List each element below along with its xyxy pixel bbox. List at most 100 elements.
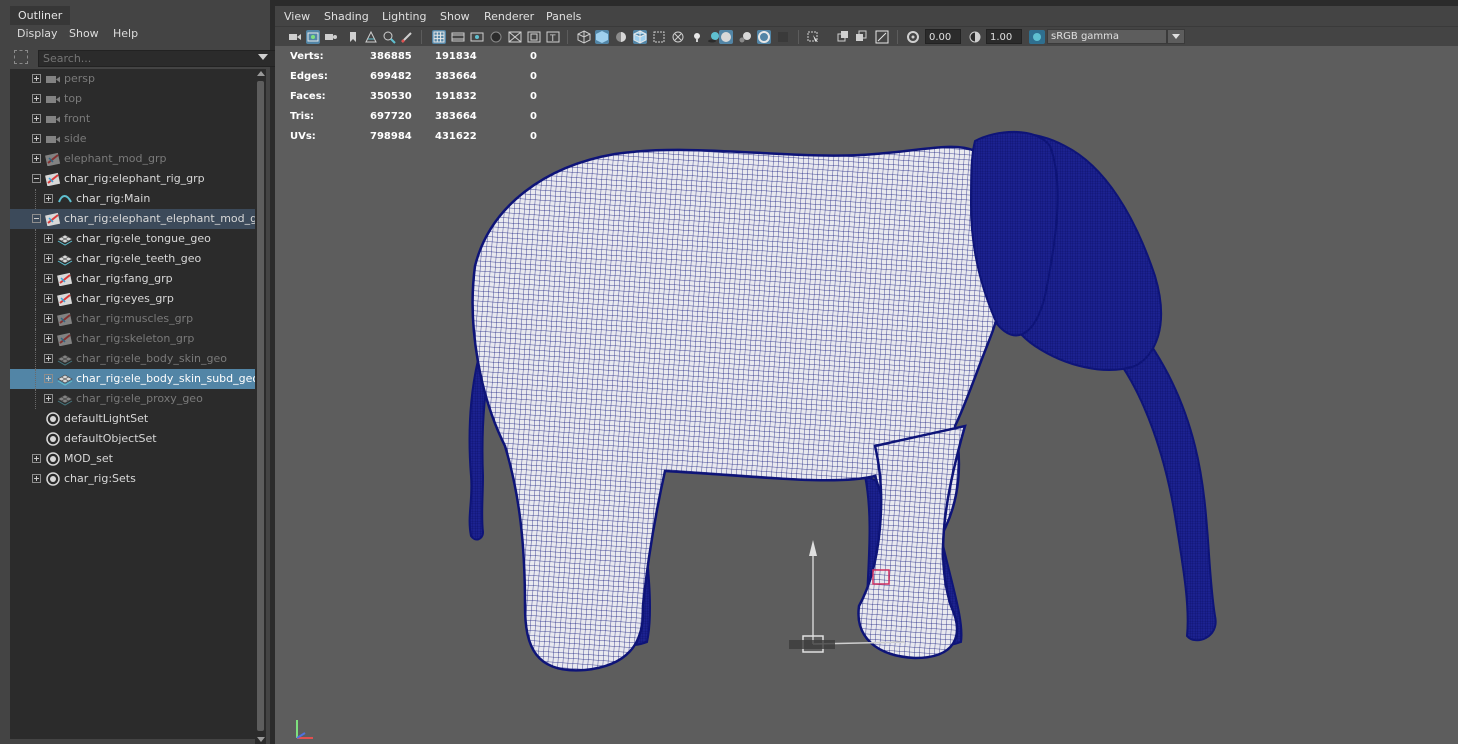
outliner-panel: Outliner Display Show Help persp top front… — [0, 0, 276, 744]
outliner-item[interactable]: top — [10, 89, 255, 109]
menu-panels[interactable]: Panels — [546, 10, 581, 23]
color-space-dropdown[interactable]: sRGB gamma — [1047, 29, 1167, 44]
2d-pan-zoom-icon[interactable] — [382, 30, 396, 44]
chevron-down-icon[interactable] — [1167, 29, 1185, 44]
resolution-gate-icon[interactable] — [470, 30, 484, 44]
expand-icon[interactable] — [32, 74, 41, 83]
outliner-item[interactable]: persp — [10, 69, 255, 89]
color-management-icon[interactable] — [1029, 30, 1045, 44]
outliner-tab[interactable]: Outliner — [10, 6, 70, 25]
depth-of-field-icon[interactable] — [776, 30, 790, 44]
expand-icon[interactable] — [32, 454, 41, 463]
scroll-up-icon[interactable] — [257, 71, 265, 76]
outliner-item[interactable]: char_rig:eyes_grp — [10, 289, 255, 309]
anti-aliasing-icon[interactable] — [757, 30, 771, 44]
scroll-down-icon[interactable] — [257, 737, 265, 742]
bookmark-icon[interactable] — [346, 30, 360, 44]
xray-components-icon[interactable] — [854, 30, 868, 44]
motion-blur-icon[interactable] — [738, 30, 752, 44]
film-gate-icon[interactable] — [451, 30, 465, 44]
expand-icon[interactable] — [44, 194, 53, 203]
outliner-item[interactable]: side — [10, 129, 255, 149]
grease-pencil-icon[interactable] — [400, 30, 414, 44]
grid-icon[interactable] — [432, 30, 446, 44]
search-input[interactable] — [38, 50, 276, 67]
scroll-thumb[interactable] — [257, 81, 264, 731]
gate-mask-icon[interactable] — [489, 30, 503, 44]
backface-culling-icon[interactable] — [875, 30, 889, 44]
outliner-item[interactable]: defaultObjectSet — [10, 429, 255, 449]
outliner-item[interactable]: char_rig:ele_tongue_geo — [10, 229, 255, 249]
outliner-item[interactable]: defaultLightSet — [10, 409, 255, 429]
menu-renderer[interactable]: Renderer — [484, 10, 534, 23]
3d-viewport[interactable]: Verts: 386885 191834 0 Edges: 699482 383664 0 Fa… — [275, 46, 1458, 744]
outliner-item[interactable]: char_rig:ele_body_skin_geo — [10, 349, 255, 369]
exposure-field[interactable]: 0.00 — [925, 29, 961, 44]
outliner-item[interactable]: char_rig:fang_grp — [10, 269, 255, 289]
filter-icon[interactable] — [14, 50, 28, 64]
expand-icon[interactable] — [32, 154, 41, 163]
xray-icon[interactable] — [652, 30, 666, 44]
collapse-icon[interactable] — [32, 174, 41, 183]
outliner-item[interactable]: char_rig:ele_teeth_geo — [10, 249, 255, 269]
outliner-item[interactable]: char_rig:ele_proxy_geo — [10, 389, 255, 409]
bookmark-camera-icon[interactable] — [324, 30, 338, 44]
menu-shading[interactable]: Shading — [324, 10, 369, 23]
exposure-icon[interactable] — [906, 30, 920, 44]
outliner-item[interactable]: char_rig:elephant_rig_grp — [10, 169, 255, 189]
tree-line — [35, 189, 36, 209]
expand-icon[interactable] — [44, 234, 53, 243]
textured-icon[interactable] — [671, 30, 685, 44]
safe-action-icon[interactable] — [527, 30, 541, 44]
outliner-item[interactable]: elephant_mod_grp — [10, 149, 255, 169]
outliner-item[interactable]: char_rig:muscles_grp — [10, 309, 255, 329]
isolate-select-icon[interactable] — [806, 30, 820, 44]
gamma-icon[interactable] — [968, 30, 982, 44]
select-camera-icon[interactable] — [288, 30, 302, 44]
camera-icon — [45, 112, 61, 126]
outliner-item[interactable]: char_rig:ele_body_skin_subd_geo — [10, 369, 255, 389]
default-material-icon[interactable] — [614, 30, 628, 44]
xray-joints-icon[interactable] — [836, 30, 850, 44]
gamma-field[interactable]: 1.00 — [986, 29, 1022, 44]
outliner-item[interactable]: char_rig:Sets — [10, 469, 255, 489]
expand-icon[interactable] — [44, 374, 53, 383]
poly-count-hud: Verts: 386885 191834 0 Edges: 699482 383664 0 Fa… — [290, 48, 590, 148]
outliner-item[interactable]: char_rig:skeleton_grp — [10, 329, 255, 349]
collapse-icon[interactable] — [32, 214, 41, 223]
expand-icon[interactable] — [44, 294, 53, 303]
menu-show[interactable]: Show — [440, 10, 470, 23]
expand-icon[interactable] — [44, 354, 53, 363]
expand-icon[interactable] — [44, 394, 53, 403]
field-chart-icon[interactable] — [508, 30, 522, 44]
expand-icon[interactable] — [44, 254, 53, 263]
expand-icon[interactable] — [32, 114, 41, 123]
expand-icon[interactable] — [44, 334, 53, 343]
screen-space-ao-icon[interactable] — [719, 30, 733, 44]
menu-view[interactable]: View — [284, 10, 310, 23]
expand-icon[interactable] — [32, 134, 41, 143]
menu-show[interactable]: Show — [69, 27, 99, 40]
wireframe-icon[interactable] — [577, 30, 591, 44]
menu-lighting[interactable]: Lighting — [382, 10, 426, 23]
expand-icon[interactable] — [32, 94, 41, 103]
safe-title-icon[interactable]: T — [546, 30, 560, 44]
expand-icon[interactable] — [44, 314, 53, 323]
wireframe-on-shaded-icon[interactable] — [633, 30, 647, 44]
expand-icon[interactable] — [44, 274, 53, 283]
expand-icon[interactable] — [32, 474, 41, 483]
use-all-lights-icon[interactable] — [690, 30, 704, 44]
smooth-shade-icon[interactable] — [595, 30, 609, 44]
mesh-icon — [57, 372, 73, 386]
chevron-down-icon[interactable] — [258, 54, 268, 60]
outliner-scrollbar[interactable] — [255, 69, 266, 744]
camera-attributes-icon[interactable] — [306, 30, 320, 44]
outliner-item-label: char_rig:muscles_grp — [76, 312, 194, 325]
menu-help[interactable]: Help — [113, 27, 138, 40]
outliner-item[interactable]: char_rig:elephant_elephant_mod_grp — [10, 209, 255, 229]
menu-display[interactable]: Display — [17, 27, 58, 40]
outliner-item[interactable]: char_rig:Main — [10, 189, 255, 209]
outliner-item[interactable]: MOD_set — [10, 449, 255, 469]
image-plane-icon[interactable] — [364, 30, 378, 44]
outliner-item[interactable]: front — [10, 109, 255, 129]
